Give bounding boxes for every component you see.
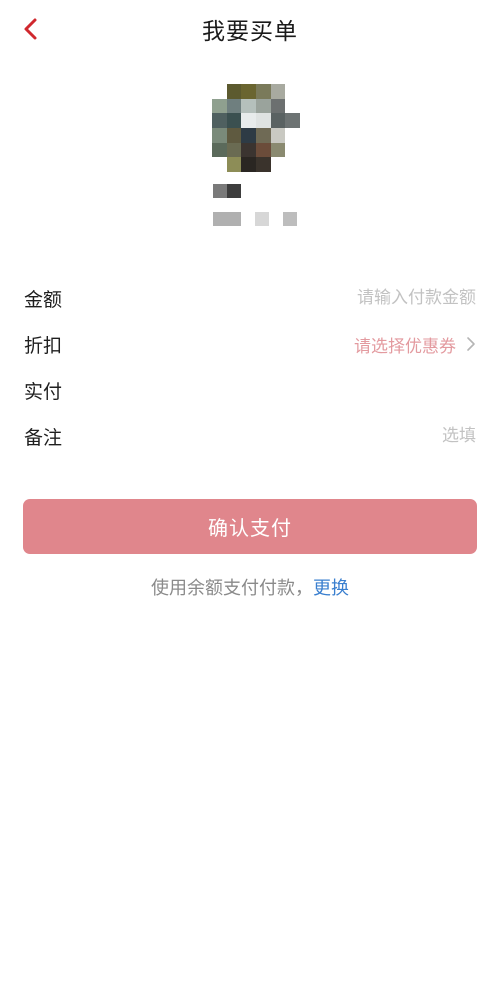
- amount-input[interactable]: [276, 288, 476, 308]
- coupon-selector[interactable]: 请选择优惠券: [354, 332, 476, 357]
- discount-row[interactable]: 折扣 请选择优惠券: [0, 321, 500, 367]
- note-input[interactable]: [276, 426, 476, 446]
- pay-form: 金额 折扣 请选择优惠券 实付 备注: [0, 275, 500, 459]
- page-title: 我要买单: [202, 19, 298, 45]
- amount-label: 金额: [24, 288, 63, 311]
- payment-method-text: 使用余额支付付款，: [151, 578, 313, 599]
- merchant-subtitle: [213, 212, 299, 226]
- merchant-name: [213, 184, 243, 198]
- confirm-pay-button[interactable]: 确认支付: [23, 499, 477, 554]
- pay-page: 我要买单 金额 请输入付款金额 折扣 请选择优惠券 实付 备注 选填 确认支付 …: [0, 0, 500, 993]
- header-bar: 我要买单: [0, 0, 500, 58]
- note-row: 备注: [0, 413, 500, 459]
- payment-method: 使用余额支付付款，更换: [0, 574, 500, 600]
- chevron-right-icon: [466, 336, 476, 352]
- note-label: 备注: [24, 426, 63, 449]
- actual-row: 实付: [0, 367, 500, 413]
- coupon-selector-label: 请选择优惠券: [354, 336, 456, 357]
- change-payment-link[interactable]: 更换: [313, 578, 349, 599]
- amount-row: 金额: [0, 275, 500, 321]
- merchant-avatar: [212, 84, 300, 172]
- discount-label: 折扣: [24, 334, 63, 357]
- actual-label: 实付: [24, 380, 63, 403]
